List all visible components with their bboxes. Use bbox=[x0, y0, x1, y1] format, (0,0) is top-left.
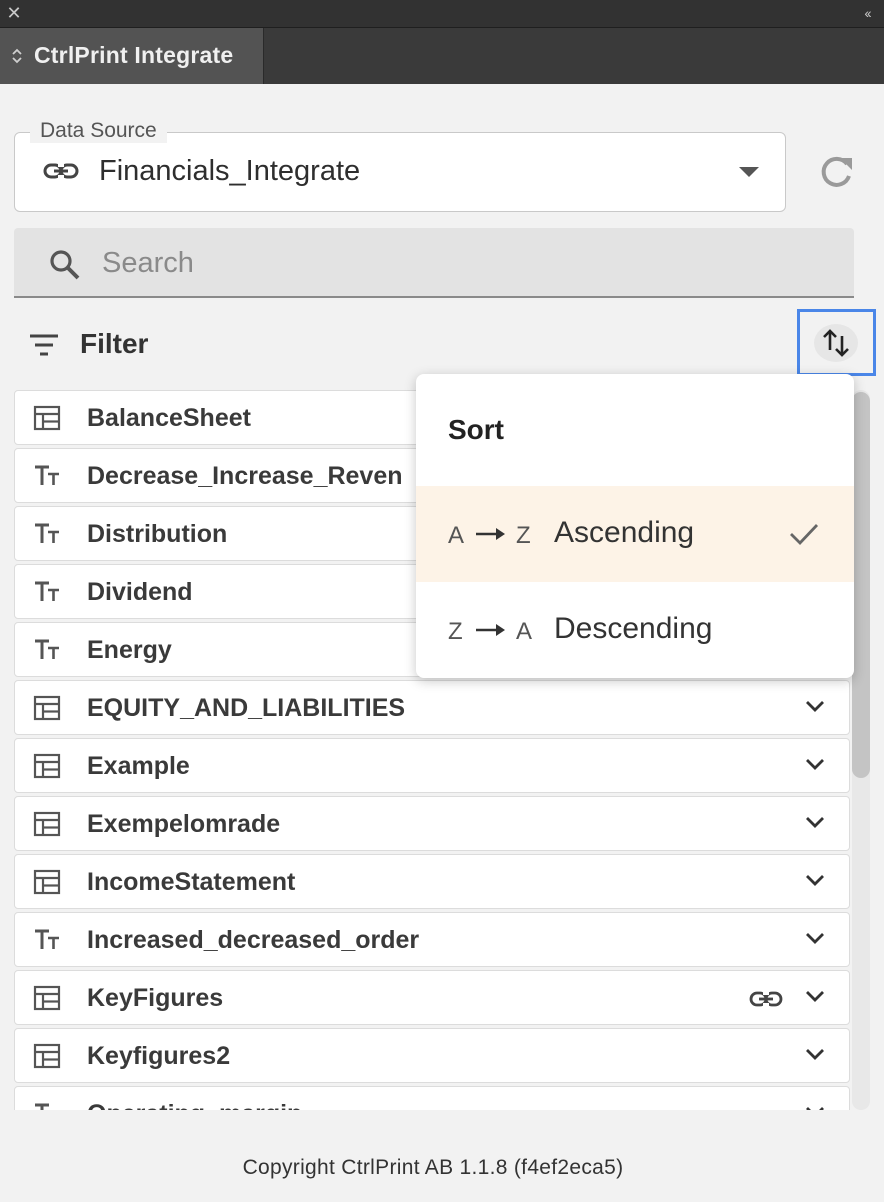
list-item-name: Energy bbox=[87, 636, 172, 664]
refresh-icon[interactable] bbox=[816, 152, 856, 192]
table-icon bbox=[33, 811, 61, 837]
table-icon bbox=[33, 1043, 61, 1069]
tab-bar: CtrlPrint Integrate bbox=[0, 28, 884, 84]
copyright-footer: Copyright CtrlPrint AB 1.1.8 (f4ef2eca5) bbox=[242, 1156, 624, 1179]
scrollbar-thumb[interactable] bbox=[852, 392, 870, 778]
list-item-name: Dividend bbox=[87, 578, 193, 606]
text-icon bbox=[33, 579, 61, 605]
list-item[interactable]: IncomeStatement bbox=[14, 854, 850, 909]
sort-button[interactable] bbox=[797, 309, 876, 376]
table-icon bbox=[33, 985, 61, 1011]
sort-to-letter: A bbox=[516, 618, 533, 645]
text-icon bbox=[33, 927, 61, 953]
sort-to-letter: Z bbox=[516, 522, 531, 549]
panel-titlebar: ✕ ‹‹ bbox=[0, 0, 884, 28]
collapse-panel-icon[interactable]: ‹‹ bbox=[856, 3, 878, 23]
chevron-down-icon[interactable] bbox=[805, 1047, 825, 1061]
sort-menu-title: Sort bbox=[448, 414, 504, 445]
list-item[interactable]: Example bbox=[14, 738, 850, 793]
chevron-down-icon[interactable] bbox=[805, 1105, 825, 1110]
chevron-updown-icon bbox=[12, 48, 22, 64]
text-icon bbox=[33, 521, 61, 547]
sort-from-letter: Z bbox=[448, 618, 463, 645]
caret-down-icon bbox=[739, 167, 759, 177]
list-item-name: Keyfigures2 bbox=[87, 1042, 231, 1070]
data-source-select[interactable]: Financials_Integrate bbox=[14, 132, 786, 212]
chevron-down-icon[interactable] bbox=[805, 873, 825, 887]
list-item[interactable]: Keyfigures2 bbox=[14, 1028, 850, 1083]
data-source-value: Financials_Integrate bbox=[99, 155, 361, 187]
list-item[interactable]: Operating_margin bbox=[14, 1086, 850, 1110]
arrow-right-icon bbox=[476, 528, 505, 540]
table-icon bbox=[33, 869, 61, 895]
arrow-right-icon bbox=[476, 624, 505, 636]
list-item-name: Distribution bbox=[87, 520, 228, 548]
list-item[interactable]: Increased_decreased_order bbox=[14, 912, 850, 967]
tab-title: CtrlPrint Integrate bbox=[34, 42, 234, 68]
chevron-down-icon[interactable] bbox=[805, 931, 825, 945]
table-icon bbox=[33, 753, 61, 779]
list-item-name: KeyFigures bbox=[87, 984, 224, 1012]
list-item-name: IncomeStatement bbox=[87, 868, 296, 896]
list-item-name: Example bbox=[87, 752, 190, 780]
text-icon bbox=[33, 637, 61, 663]
list-item-name: BalanceSheet bbox=[87, 404, 251, 432]
list-item-name: Operating_margin bbox=[87, 1100, 302, 1110]
table-icon bbox=[33, 405, 61, 431]
search-icon bbox=[50, 250, 80, 280]
search-input[interactable] bbox=[102, 240, 802, 286]
tab-ctrlprint-integrate[interactable]: CtrlPrint Integrate bbox=[0, 28, 264, 84]
sort-option-ascending[interactable]: A Z Ascending bbox=[416, 486, 854, 582]
list-item[interactable]: KeyFigures bbox=[14, 970, 850, 1025]
text-icon bbox=[33, 463, 61, 489]
filter-icon[interactable] bbox=[28, 332, 60, 358]
filter-label[interactable]: Filter bbox=[80, 328, 148, 360]
list-item-name: Increased_decreased_order bbox=[87, 926, 420, 954]
sort-menu: Sort A Z Ascending Z A Descending bbox=[416, 374, 854, 678]
list-item-name: Decrease_Increase_Reven bbox=[87, 462, 403, 490]
list-item[interactable]: Exempelomrade bbox=[14, 796, 850, 851]
chevron-down-icon[interactable] bbox=[805, 815, 825, 829]
sort-option-label: Ascending bbox=[554, 516, 695, 549]
text-icon bbox=[33, 1101, 61, 1110]
sort-option-label: Descending bbox=[554, 612, 713, 645]
chevron-down-icon[interactable] bbox=[805, 699, 825, 713]
sort-option-descending[interactable]: Z A Descending bbox=[416, 582, 854, 678]
table-icon bbox=[33, 695, 61, 721]
chevron-down-icon[interactable] bbox=[805, 757, 825, 771]
list-item-name: Exempelomrade bbox=[87, 810, 281, 838]
link-icon bbox=[43, 163, 79, 179]
chevron-down-icon[interactable] bbox=[805, 989, 825, 1003]
sort-arrows-icon bbox=[823, 329, 849, 357]
close-icon[interactable]: ✕ bbox=[4, 3, 24, 23]
list-item-name: EQUITY_AND_LIABILITIES bbox=[87, 694, 406, 722]
list-item[interactable]: EQUITY_AND_LIABILITIES bbox=[14, 680, 850, 735]
link-icon[interactable] bbox=[749, 988, 783, 1010]
checkmark-icon bbox=[790, 524, 819, 546]
data-source-label: Data Source bbox=[30, 119, 167, 143]
search-box bbox=[14, 228, 854, 298]
sort-from-letter: A bbox=[448, 522, 465, 549]
